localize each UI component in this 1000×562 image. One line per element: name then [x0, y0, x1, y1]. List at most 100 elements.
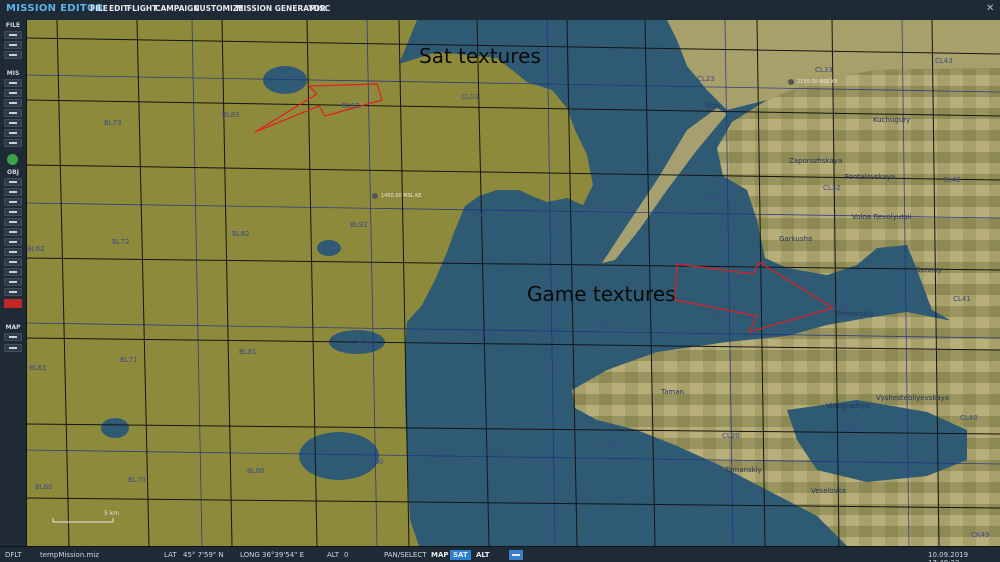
- grid-label: CL10: [603, 440, 621, 448]
- grid-label: CL40: [960, 414, 978, 422]
- place-label: Volna Revolyutsii: [852, 213, 912, 221]
- mode-label: PAN/SELECT: [384, 551, 427, 559]
- altitude-mark: 2150.00 MSL KE: [797, 79, 838, 85]
- ruler-tool-button[interactable]: [4, 344, 22, 352]
- grid-label: CL22: [705, 194, 723, 202]
- grid-label: BL62: [27, 245, 45, 253]
- sidebar-section-mis: MIS: [6, 70, 20, 77]
- menu-misc[interactable]: MISC: [309, 4, 330, 13]
- open-file-button[interactable]: [4, 41, 22, 49]
- grid-label: CL21: [713, 312, 731, 320]
- annotation-sat-textures: Sat textures: [419, 44, 541, 68]
- grid-label: CL33: [815, 66, 833, 74]
- annotation-game-textures: Game textures: [527, 282, 676, 306]
- green-circle-icon[interactable]: [7, 154, 18, 165]
- new-file-button[interactable]: [4, 31, 22, 39]
- long-value: 36°39'54" E: [262, 551, 305, 559]
- grid-label: CL11: [595, 321, 613, 329]
- sat-view-button[interactable]: SAT: [450, 550, 471, 560]
- alt-view-button[interactable]: ALT: [473, 550, 493, 560]
- mission-tool-3-button[interactable]: [4, 99, 22, 107]
- place-label: Vinogradnyy: [826, 402, 871, 410]
- add-target-button[interactable]: [4, 258, 22, 266]
- sidebar-section-map: MAP: [5, 324, 21, 331]
- waypoint-marker: [788, 79, 794, 85]
- mission-tool-5-button[interactable]: [4, 119, 22, 127]
- place-label: Vyshestebliyevskaya: [876, 394, 950, 402]
- place-label: Veselovka: [811, 487, 847, 495]
- map-view-button[interactable]: MAP: [428, 550, 452, 560]
- place-label: Kuchugury: [873, 116, 911, 124]
- grid-label: BL93: [342, 102, 360, 110]
- top-menu-bar: MISSION EDITOR FILE EDIT FLIGHT CAMPAIGN…: [0, 0, 1000, 21]
- checkmark-tool-button[interactable]: [4, 139, 22, 147]
- sync-icon[interactable]: [509, 550, 523, 560]
- grid-label: BL61: [29, 364, 47, 372]
- add-circle-button[interactable]: [4, 248, 22, 256]
- add-helicopter-button[interactable]: [4, 188, 22, 196]
- add-airfield-button[interactable]: [4, 268, 22, 276]
- alt-value: 0: [344, 551, 349, 559]
- close-icon[interactable]: ✕: [986, 3, 994, 14]
- grid-label: BL72: [112, 238, 130, 246]
- grid-label: CL13: [578, 84, 596, 92]
- grid-label: BL70: [128, 476, 146, 484]
- grid-label: BL60: [35, 483, 53, 491]
- place-label: Zaporozhskaya: [789, 157, 843, 165]
- grid-label: CL42: [943, 176, 961, 184]
- add-plane-button[interactable]: [4, 178, 22, 186]
- long-label: LONG: [240, 551, 260, 559]
- grid-label: BL90: [366, 458, 384, 466]
- add-static-button[interactable]: [4, 218, 22, 226]
- save-file-button[interactable]: [4, 51, 22, 59]
- mission-tool-1-button[interactable]: [4, 79, 22, 87]
- menu-campaign[interactable]: CAMPAIGN: [155, 4, 200, 13]
- place-label: Sennoy: [916, 266, 943, 274]
- lat-value: 45° 7'59" N: [183, 551, 224, 559]
- grid-label: CL20: [722, 432, 740, 440]
- menu-edit[interactable]: EDIT: [109, 4, 128, 13]
- lake-mid: [317, 240, 341, 256]
- place-label: Tamanskiy: [725, 466, 762, 474]
- grid-label: CL01: [477, 330, 495, 338]
- grid-label: BL81: [239, 348, 257, 356]
- place-label: Garkusha: [779, 235, 813, 243]
- grid-label: BL71: [120, 356, 138, 364]
- add-ship-button[interactable]: [4, 198, 22, 206]
- grid-label: BL82: [232, 230, 250, 238]
- alt-label: ALT: [327, 551, 340, 559]
- mission-file-name: tempMission.miz: [40, 551, 99, 559]
- grid-label: CK49: [971, 531, 990, 539]
- add-vehicle-button[interactable]: [4, 208, 22, 216]
- mission-tool-4-button[interactable]: [4, 109, 22, 117]
- map-tool-1-button[interactable]: [4, 333, 22, 341]
- status-bar: DFLT tempMission.miz LAT 45° 7'59" N LON…: [0, 546, 1000, 562]
- menu-file[interactable]: FILE: [90, 4, 108, 13]
- lake-south: [299, 432, 379, 480]
- scale-label: 5 km: [104, 510, 120, 517]
- add-box-button[interactable]: [4, 278, 22, 286]
- grid-label: CL41: [953, 295, 971, 303]
- add-shapes-button[interactable]: [4, 288, 22, 296]
- add-group-button[interactable]: [4, 228, 22, 236]
- mission-tool-6-button[interactable]: [4, 129, 22, 137]
- grid-label: BL80: [247, 467, 265, 475]
- grid-label: BL83: [222, 111, 240, 119]
- add-zone-button[interactable]: [4, 238, 22, 246]
- waypoint-marker: [372, 193, 378, 199]
- grid-label: CL32: [823, 184, 841, 192]
- grid-label: BL73: [104, 119, 122, 127]
- tool-sidebar: FILE MIS OBJ MAP: [0, 20, 27, 562]
- grid-label: CL02: [469, 212, 487, 220]
- grid-label: CL43: [935, 57, 953, 65]
- datetime-label: 10.09.2019 17:49:23: [928, 551, 969, 562]
- map-view[interactable]: BL73 BL83 BL93 CL03 CL13 CL23 CL33 CL43 …: [27, 20, 1000, 546]
- place-label: Ilich: [705, 102, 720, 110]
- weather-tool-button[interactable]: [4, 89, 22, 97]
- sidebar-section-file: FILE: [5, 22, 21, 29]
- delete-icon[interactable]: [4, 299, 22, 308]
- place-label: Fontalovskaya: [845, 173, 896, 181]
- map-canvas: [27, 20, 1000, 546]
- lake-west: [101, 418, 129, 438]
- menu-flight[interactable]: FLIGHT: [127, 4, 157, 13]
